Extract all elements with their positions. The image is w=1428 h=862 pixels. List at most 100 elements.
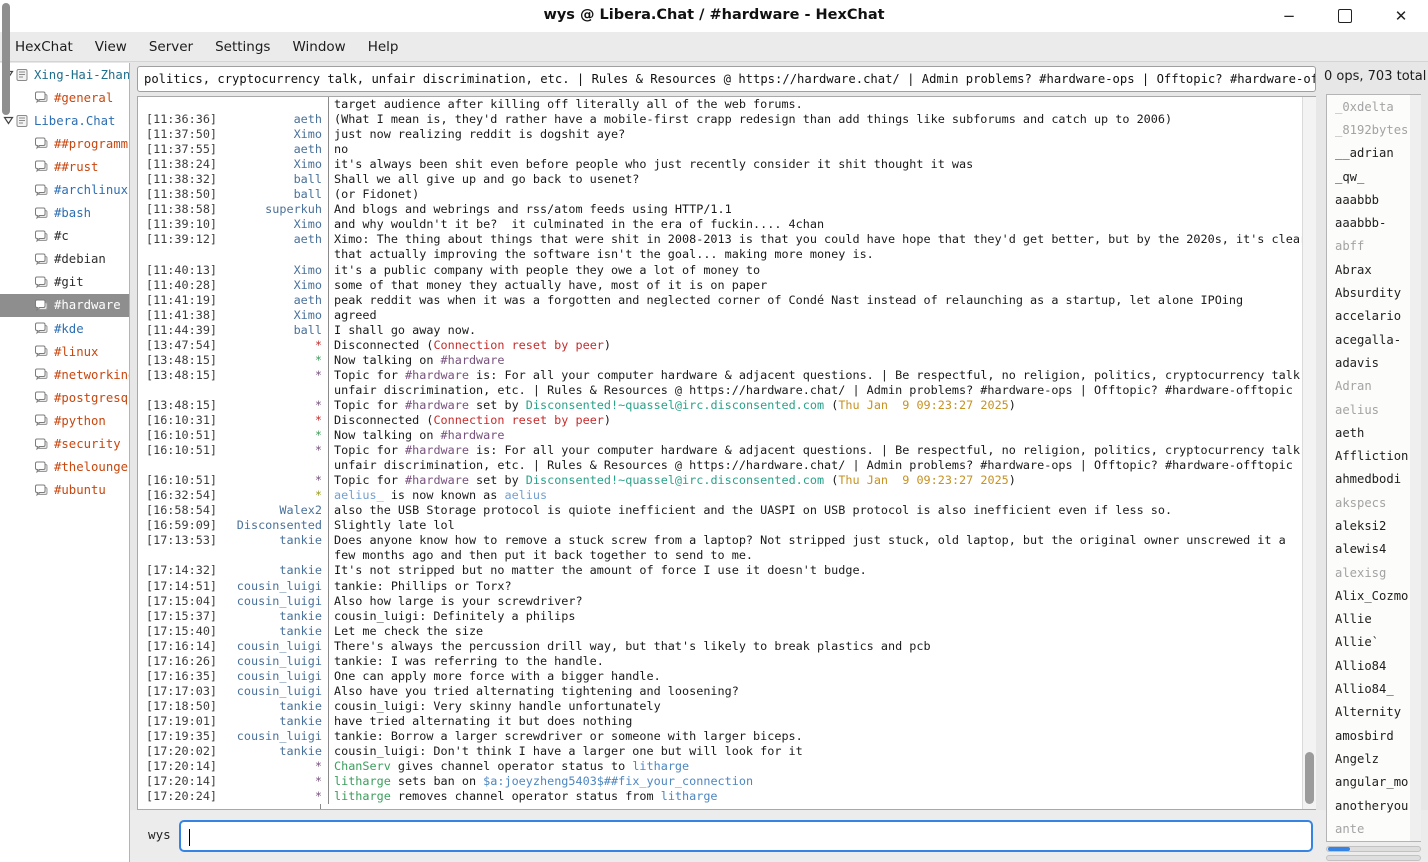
chat-line: [16:10:51]*Now talking on #hardware bbox=[138, 428, 1315, 443]
tree-channel--rust[interactable]: ##rust bbox=[0, 155, 129, 178]
message-input[interactable] bbox=[187, 824, 1297, 848]
minimize-button[interactable]: − bbox=[1276, 3, 1302, 29]
tree-channel--networking[interactable]: #networking bbox=[0, 363, 129, 386]
tree-channel--general[interactable]: #general bbox=[0, 86, 129, 109]
nick: tankie bbox=[222, 699, 328, 714]
timestamp: [17:15:37] bbox=[138, 609, 222, 624]
tree-channel--git[interactable]: #git bbox=[0, 271, 129, 294]
user-row-allie-[interactable]: Allie` bbox=[1327, 631, 1420, 654]
user-row-allio84-[interactable]: Allio84_ bbox=[1327, 677, 1420, 700]
nick: cousin_luigi bbox=[222, 729, 328, 744]
timestamp: [11:37:50] bbox=[138, 127, 222, 142]
user-row-acegalla-[interactable]: acegalla- bbox=[1327, 328, 1420, 351]
maximize-button[interactable] bbox=[1332, 3, 1358, 29]
lag-meter-fill bbox=[1328, 847, 1350, 851]
user-row-amosbird[interactable]: amosbird bbox=[1327, 724, 1420, 747]
user-row-ante[interactable]: ante bbox=[1327, 817, 1420, 840]
user-row-aelius[interactable]: aelius bbox=[1327, 398, 1420, 421]
user-row-adavis[interactable]: adavis bbox=[1327, 351, 1420, 374]
userlist-scrollbar-thumb[interactable] bbox=[2, 3, 10, 115]
user-row-allio84[interactable]: Allio84 bbox=[1327, 654, 1420, 677]
user-row-abrax[interactable]: Abrax bbox=[1327, 258, 1420, 281]
user-row-accelario[interactable]: accelario bbox=[1327, 305, 1420, 328]
message-text: it's always been shit even before people… bbox=[328, 157, 1315, 172]
topic-bar[interactable]: politics, cryptocurrency talk, unfair di… bbox=[137, 66, 1316, 92]
event-star: * bbox=[222, 443, 328, 458]
chat-scrollbar[interactable] bbox=[1302, 97, 1316, 809]
menu-settings[interactable]: Settings bbox=[204, 34, 281, 60]
tree-channel--archlinux[interactable]: #archlinux bbox=[0, 178, 129, 201]
message-text: One can apply more force with a bigger h… bbox=[328, 669, 1315, 684]
menu-bar: HexChatViewServerSettingsWindowHelp bbox=[0, 32, 1428, 62]
nick bbox=[222, 247, 328, 262]
tree-channel--security[interactable]: #security bbox=[0, 433, 129, 456]
channel-icon bbox=[34, 438, 49, 451]
expander-icon[interactable] bbox=[3, 115, 15, 126]
tree-channel--programming[interactable]: ##programming bbox=[0, 132, 129, 155]
user-row-angular-mo[interactable]: angular_mo bbox=[1327, 771, 1420, 794]
tree-channel--linux[interactable]: #linux bbox=[0, 340, 129, 363]
user-row-aleksi2[interactable]: aleksi2 bbox=[1327, 514, 1420, 537]
timestamp: [17:20:14] bbox=[138, 759, 222, 774]
user-row--adrian[interactable]: __adrian bbox=[1327, 142, 1420, 165]
message-text: litharge removes channel operator status… bbox=[328, 789, 1315, 804]
event-star: * bbox=[222, 413, 328, 428]
user-row--qw-[interactable]: _qw_ bbox=[1327, 165, 1420, 188]
tree-server-libera-chat[interactable]: Libera.Chat bbox=[0, 109, 129, 132]
nick: aeth bbox=[222, 112, 328, 127]
user-row-aeth[interactable]: aeth bbox=[1327, 421, 1420, 444]
close-button[interactable]: ✕ bbox=[1388, 3, 1414, 29]
user-row-anotheryou[interactable]: anotheryou bbox=[1327, 794, 1420, 817]
message-text: target audience after killing off litera… bbox=[328, 97, 1315, 112]
tree-channel--c[interactable]: #c bbox=[0, 225, 129, 248]
message-input-box[interactable] bbox=[179, 820, 1313, 852]
user-row-angelz[interactable]: Angelz bbox=[1327, 747, 1420, 770]
timestamp: [16:32:54] bbox=[138, 488, 222, 503]
user-row--8192bytes[interactable]: _8192bytes bbox=[1327, 118, 1420, 141]
user-row-akspecs[interactable]: akspecs bbox=[1327, 491, 1420, 514]
user-row-ahmedbodi[interactable]: ahmedbodi bbox=[1327, 468, 1420, 491]
user-row-aaabbb[interactable]: aaabbb bbox=[1327, 188, 1420, 211]
message-text: unfair discrimination, etc. | Rules & Re… bbox=[328, 458, 1315, 473]
chat-line: [11:41:19]aethpeak reddit was when it wa… bbox=[138, 293, 1315, 308]
tree-channel--ubuntu[interactable]: #ubuntu bbox=[0, 479, 129, 502]
user-row-alexisg[interactable]: alexisg bbox=[1327, 561, 1420, 584]
tree-channel--postgresql[interactable]: #postgresql bbox=[0, 386, 129, 409]
user-row-alewis4[interactable]: alewis4 bbox=[1327, 538, 1420, 561]
user-row-abff[interactable]: abff bbox=[1327, 235, 1420, 258]
tree-channel--thelounge[interactable]: #thelounge bbox=[0, 456, 129, 479]
user-row--0xdelta[interactable]: _0xdelta bbox=[1327, 95, 1420, 118]
chat-line: [13:48:15]*Topic for #hardware set by Di… bbox=[138, 398, 1315, 413]
user-row-alternity[interactable]: Alternity bbox=[1327, 701, 1420, 724]
menu-window[interactable]: Window bbox=[281, 34, 356, 60]
timestamp: [17:16:35] bbox=[138, 669, 222, 684]
menu-view[interactable]: View bbox=[84, 34, 138, 60]
user-row-allie[interactable]: Allie bbox=[1327, 608, 1420, 631]
user-row-aaabbb-[interactable]: aaabbb- bbox=[1327, 211, 1420, 234]
message-text: Ximo: The thing about things that were s… bbox=[328, 232, 1315, 247]
timestamp: [13:48:15] bbox=[138, 398, 222, 413]
tree-server-xing-hai-zhang[interactable]: Xing-Hai-Zhang bbox=[0, 63, 129, 86]
menu-server[interactable]: Server bbox=[138, 34, 204, 60]
tree-item-label: ##programming bbox=[54, 137, 129, 151]
user-row-absurdity[interactable]: Absurdity bbox=[1327, 281, 1420, 304]
timestamp: [11:40:28] bbox=[138, 278, 222, 293]
own-nick-label: wys bbox=[148, 827, 171, 842]
chat-scrollbar-thumb[interactable] bbox=[1305, 752, 1314, 804]
menu-help[interactable]: Help bbox=[357, 34, 410, 60]
timestamp: [17:20:02] bbox=[138, 744, 222, 759]
tree-channel--bash[interactable]: #bash bbox=[0, 202, 129, 225]
user-row-affliction[interactable]: Affliction bbox=[1327, 444, 1420, 467]
userlist-scrollbar[interactable] bbox=[1410, 95, 1421, 841]
tree-channel--kde[interactable]: #kde bbox=[0, 317, 129, 340]
chat-line: [11:40:13]Ximoit's a public company with… bbox=[138, 263, 1315, 278]
menu-hexchat[interactable]: HexChat bbox=[4, 34, 84, 60]
lag-meter bbox=[1326, 846, 1421, 852]
tree-channel--hardware[interactable]: #hardware bbox=[0, 294, 129, 317]
timestamp: [17:16:26] bbox=[138, 654, 222, 669]
tree-channel--python[interactable]: #python bbox=[0, 409, 129, 432]
user-row-alix-cozmo[interactable]: Alix_Cozmo bbox=[1327, 584, 1420, 607]
user-row-adran[interactable]: Adran bbox=[1327, 375, 1420, 398]
tree-channel--debian[interactable]: #debian bbox=[0, 248, 129, 271]
timestamp: [16:59:09] bbox=[138, 518, 222, 533]
